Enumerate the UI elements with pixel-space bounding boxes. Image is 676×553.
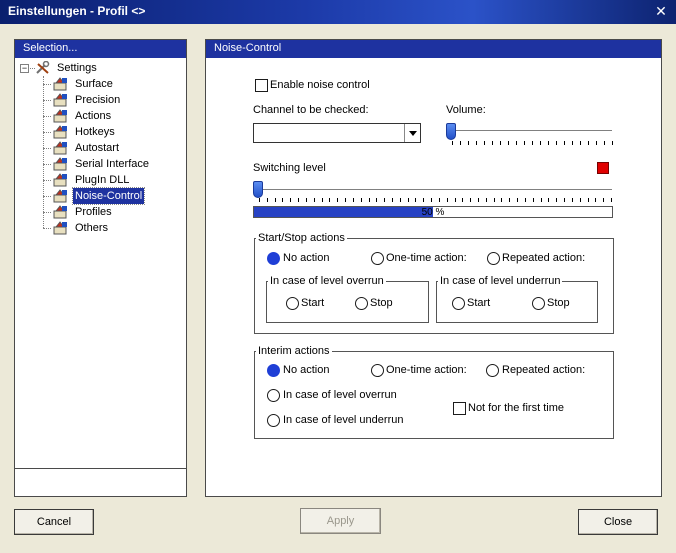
- interim-no-action-radio[interactable]: [267, 364, 280, 377]
- underrun-stop-label: Stop: [547, 297, 570, 309]
- start-stop-one-time-label: One-time action:: [386, 252, 467, 264]
- tools-icon: [35, 60, 51, 75]
- close-icon[interactable]: ✕: [652, 2, 670, 20]
- underrun-stop-radio[interactable]: [532, 297, 545, 310]
- main-header: Noise-Control: [206, 40, 661, 58]
- switching-slider-ticks: [259, 198, 612, 202]
- settings-page-icon: [53, 93, 69, 107]
- underrun-start-label: Start: [467, 297, 491, 309]
- settings-page-icon: [53, 77, 69, 91]
- interim-one-time-label: One-time action:: [386, 364, 467, 376]
- sidebar-header: Selection...: [15, 40, 186, 58]
- interim-no-action-label: No action: [283, 364, 330, 376]
- tree-collapse-icon[interactable]: −: [20, 64, 29, 73]
- volume-label: Volume:: [446, 104, 486, 116]
- underrun-start-radio[interactable]: [452, 297, 465, 310]
- enable-noise-checkbox[interactable]: [255, 79, 268, 92]
- settings-page-icon: [53, 157, 69, 171]
- settings-page-icon: [53, 189, 69, 203]
- level-indicator: [597, 162, 609, 174]
- start-stop-repeated-label: Repeated action:: [502, 252, 586, 264]
- tree-item-label: Hotkeys: [75, 126, 115, 138]
- interim-title: Interim actions: [256, 345, 332, 357]
- interim-underrun-label: In case of level underrun: [283, 414, 404, 426]
- interim-underrun-radio[interactable]: [267, 414, 280, 427]
- start-stop-no-action-radio[interactable]: [267, 252, 280, 265]
- enable-noise-label: Enable noise control: [270, 79, 370, 91]
- interim-repeated-label: Repeated action:: [502, 364, 586, 376]
- apply-button[interactable]: Apply: [300, 508, 381, 534]
- cancel-button[interactable]: Cancel: [14, 509, 94, 535]
- channel-select[interactable]: [253, 123, 421, 143]
- overrun-stop-label: Stop: [370, 297, 393, 309]
- interim-repeated-radio[interactable]: [486, 364, 499, 377]
- level-progress-bar: 50 %: [253, 206, 613, 218]
- start-stop-one-time-radio[interactable]: [371, 252, 384, 265]
- tree-item-label: Actions: [75, 110, 112, 122]
- start-stop-title: Start/Stop actions: [256, 232, 347, 244]
- title-bar: Einstellungen - Profil <> ✕: [0, 0, 676, 24]
- settings-page-icon: [53, 109, 69, 123]
- tree-item-label: Surface: [75, 78, 113, 90]
- tree-item-label: Precision: [75, 94, 121, 106]
- close-button[interactable]: Close: [578, 509, 658, 535]
- settings-page-icon: [53, 221, 69, 235]
- tree-item-label: Autostart: [75, 142, 120, 154]
- settings-page-icon: [53, 125, 69, 139]
- window-title: Einstellungen - Profil <>: [8, 4, 146, 18]
- volume-slider-track[interactable]: [452, 130, 612, 132]
- tree-item-label: Profiles: [75, 206, 112, 218]
- start-stop-no-action-label: No action: [283, 252, 330, 264]
- settings-page-icon: [53, 205, 69, 219]
- not-first-time-checkbox[interactable]: [453, 402, 466, 415]
- channel-label: Channel to be checked:: [253, 104, 369, 116]
- tree-item-label: PlugIn DLL: [75, 174, 130, 186]
- start-stop-repeated-radio[interactable]: [487, 252, 500, 265]
- tree-item-label: Noise-Control: [71, 187, 146, 205]
- interim-one-time-radio[interactable]: [371, 364, 384, 377]
- tree-item-label: Serial Interface: [75, 158, 149, 170]
- interim-overrun-radio[interactable]: [267, 389, 280, 402]
- overrun-start-label: Start: [301, 297, 325, 309]
- underrun-title: In case of level underrun: [438, 275, 563, 287]
- settings-page-icon: [53, 173, 69, 187]
- switching-slider-thumb[interactable]: [253, 181, 263, 198]
- progress-text: 50 %: [421, 207, 445, 218]
- tree-item-label: Settings: [57, 62, 97, 74]
- volume-slider-thumb[interactable]: [446, 123, 456, 140]
- chevron-down-icon[interactable]: [404, 124, 420, 142]
- switching-level-label: Switching level: [253, 162, 326, 174]
- interim-overrun-label: In case of level overrun: [283, 389, 397, 401]
- overrun-title: In case of level overrun: [268, 275, 386, 287]
- tree-item-label: Others: [75, 222, 109, 234]
- settings-page-icon: [53, 141, 69, 155]
- overrun-stop-radio[interactable]: [355, 297, 368, 310]
- not-first-time-label: Not for the first time: [468, 402, 564, 414]
- switching-slider-track[interactable]: [257, 189, 612, 191]
- overrun-start-radio[interactable]: [286, 297, 299, 310]
- volume-slider-ticks: [452, 141, 613, 145]
- sidebar-divider: [15, 468, 186, 469]
